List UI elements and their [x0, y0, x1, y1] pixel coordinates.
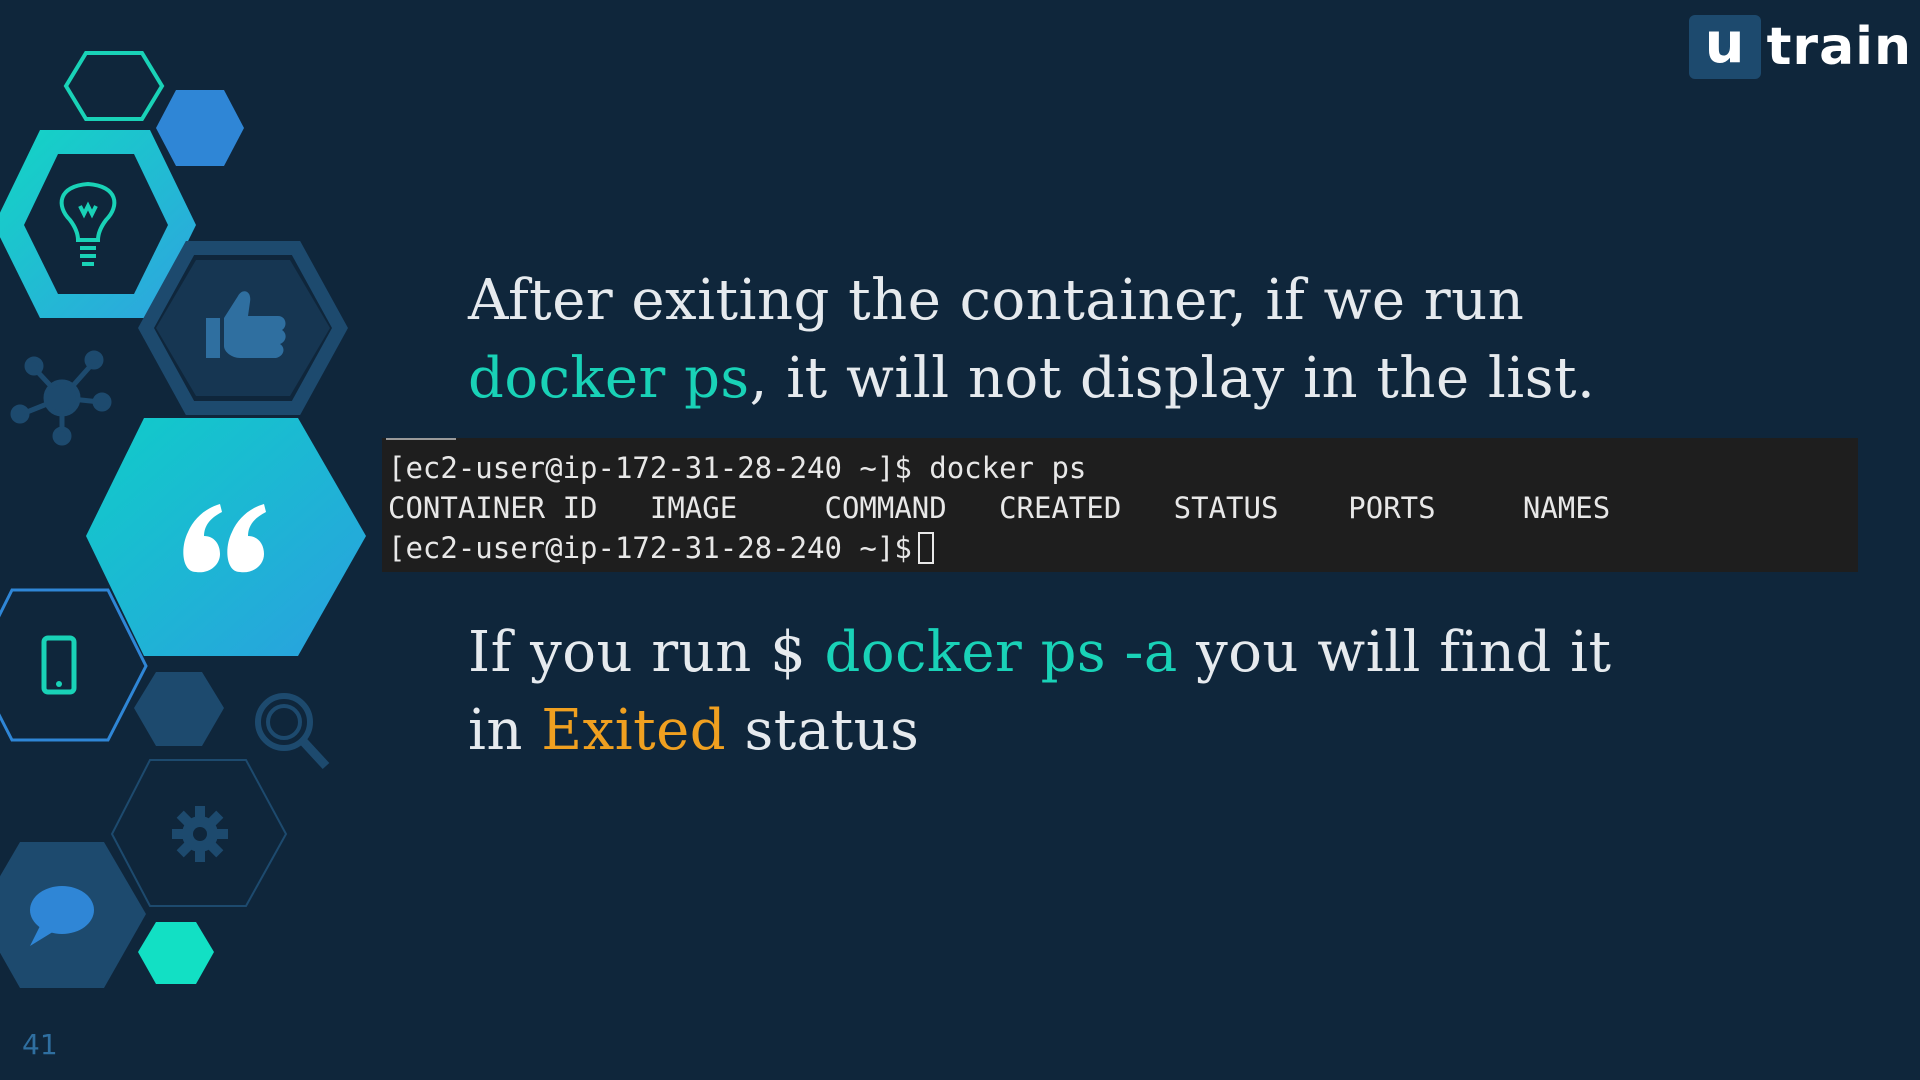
- note-prefix: If you run $: [468, 620, 825, 685]
- note-status-word: Exited: [541, 698, 727, 763]
- utrain-logo: u train: [1688, 14, 1912, 80]
- hexagon-decoration: [0, 51, 366, 988]
- slide: u train After exiting the container, if …: [0, 0, 1920, 1080]
- note-line2-suffix: status: [726, 698, 920, 763]
- terminal-prompt: [ec2-user@ip-172-31-28-240 ~]$: [388, 531, 912, 565]
- terminal-cursor: [917, 532, 934, 564]
- terminal-table-header: CONTAINER ID IMAGE COMMAND CREATED STATU…: [388, 491, 1611, 525]
- headline-command: docker ps: [468, 346, 750, 411]
- terminal-prompt-command: [ec2-user@ip-172-31-28-240 ~]$ docker ps: [388, 451, 1087, 485]
- headline-line1: After exiting the container, if we run: [468, 268, 1525, 333]
- logo-text: train: [1766, 17, 1912, 77]
- network-icon: [10, 350, 112, 446]
- headline: After exiting the container, if we run d…: [468, 262, 1868, 418]
- note: If you run $ docker ps -a you will find …: [468, 614, 1888, 770]
- page-number: 41: [22, 1028, 58, 1061]
- note-command: docker ps -a: [824, 620, 1178, 685]
- terminal-prompt-line: [ec2-user@ip-172-31-28-240 ~]$: [388, 531, 934, 565]
- terminal-screenshot: [ec2-user@ip-172-31-28-240 ~]$ docker ps…: [382, 438, 1858, 572]
- note-line2-prefix: in: [468, 698, 542, 763]
- terminal-cutoff-line: [386, 438, 456, 440]
- headline-line2: , it will not display in the list.: [749, 346, 1596, 411]
- gear-icon: [172, 806, 228, 862]
- smartphone-icon: [41, 635, 77, 695]
- logo-mark: u: [1688, 15, 1761, 79]
- note-mid: you will find it: [1177, 620, 1612, 685]
- magnifier-icon: [255, 693, 330, 770]
